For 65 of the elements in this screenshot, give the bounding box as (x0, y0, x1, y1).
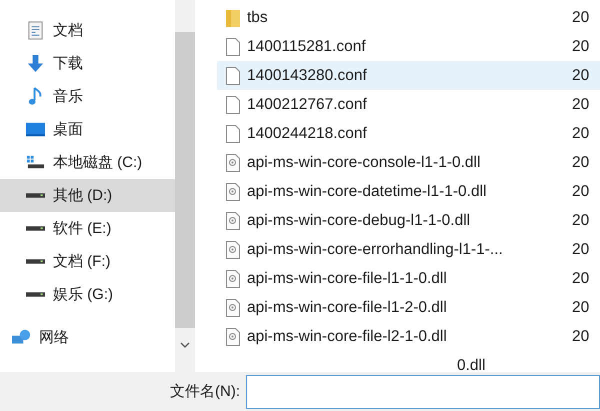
file-icon (225, 94, 241, 114)
drive-icon (26, 292, 45, 297)
file-name: 0.dll (457, 356, 486, 372)
document-icon (26, 21, 45, 40)
file-row[interactable]: api-ms-win-core-file-l1-1-0.dll 20 (217, 264, 600, 293)
file-row[interactable]: api-ms-win-core-console-l1-1-0.dll 20 (217, 148, 600, 177)
file-row[interactable]: api-ms-win-core-errorhandling-l1-1-... 20 (217, 235, 600, 264)
download-arrow-icon (26, 54, 45, 73)
scroll-down-icon[interactable] (180, 342, 190, 348)
file-icon (225, 66, 241, 86)
date-cell: 20 (572, 8, 590, 26)
file-name-label: 文件名(N): (170, 382, 240, 401)
file-row[interactable]: tbs 20 (217, 3, 600, 32)
date-cell: 20 (572, 240, 590, 258)
file-name: api-ms-win-core-file-l1-2-0.dll (247, 298, 447, 316)
date-cell: 20 (572, 124, 590, 142)
file-name: 1400212767.conf (247, 96, 367, 114)
scrollbar-thumb[interactable] (175, 32, 195, 328)
file-name: 1400115281.conf (247, 38, 366, 56)
sidebar-item[interactable]: 本地磁盘 (C:) (0, 146, 175, 179)
file-row[interactable]: api-ms-win-core-file-l2-1-0.dll 20 (217, 322, 600, 351)
drive-icon (26, 259, 45, 264)
sidebar-item[interactable]: 下载 (0, 47, 175, 80)
file-row[interactable]: 1400244218.conf 20 (217, 119, 600, 148)
file-row[interactable]: api-ms-win-core-debug-l1-1-0.dll 20 (217, 206, 600, 235)
file-icon (225, 124, 241, 144)
date-cell: 20 (572, 328, 590, 346)
file-name: api-ms-win-core-file-l1-1-0.dll (247, 270, 447, 288)
drive-icon (26, 226, 45, 231)
sidebar-item[interactable]: 其他 (D:) (0, 179, 175, 212)
date-cell: 20 (572, 66, 590, 84)
folder-icon (225, 8, 241, 28)
file-name: tbs (247, 8, 268, 26)
file-row[interactable]: api-ms-win-core-file-l1-2-0.dll 20 (217, 293, 600, 322)
file-row[interactable]: 0.dll (217, 351, 600, 372)
file-name: 1400143280.conf (247, 66, 367, 84)
file-icon (225, 36, 241, 56)
desktop-icon (26, 120, 45, 139)
file-row[interactable]: 1400212767.conf 20 (217, 90, 600, 119)
file-name: api-ms-win-core-debug-l1-1-0.dll (247, 212, 470, 230)
sidebar-item[interactable]: 软件 (E:) (0, 212, 175, 245)
file-row[interactable]: 1400143280.conf 20 (217, 61, 600, 90)
file-name: api-ms-win-core-console-l1-1-0.dll (247, 154, 480, 172)
sidebar-item[interactable]: 音乐 (0, 80, 175, 113)
file-row[interactable]: 1400115281.conf 20 (217, 32, 600, 61)
sidebar-item[interactable]: 网络 (0, 321, 175, 354)
file-name: api-ms-win-core-datetime-l1-1-0.dll (247, 182, 486, 200)
date-cell: 20 (572, 154, 590, 172)
date-cell: 20 (572, 212, 590, 230)
file-name: api-ms-win-core-errorhandling-l1-1-... (247, 240, 503, 258)
sidebar-item[interactable]: 桌面 (0, 113, 175, 146)
date-cell: 20 (572, 38, 590, 56)
file-name: api-ms-win-core-file-l2-1-0.dll (247, 328, 447, 346)
sidebar-item[interactable]: 文档 (0, 14, 175, 47)
drive-icon (26, 193, 45, 198)
date-cell: 20 (572, 182, 590, 200)
file-row[interactable]: api-ms-win-core-datetime-l1-1-0.dll 20 (217, 177, 600, 206)
file-name: 1400244218.conf (247, 124, 367, 142)
date-cell: 20 (572, 96, 590, 114)
date-cell: 20 (572, 298, 590, 316)
scrollbar[interactable] (175, 0, 195, 372)
file-name-field[interactable] (246, 374, 600, 408)
date-cell: 20 (572, 270, 590, 288)
sidebar-item[interactable]: 文档 (F:) (0, 245, 175, 278)
sidebar-item[interactable]: 娱乐 (G:) (0, 278, 175, 311)
